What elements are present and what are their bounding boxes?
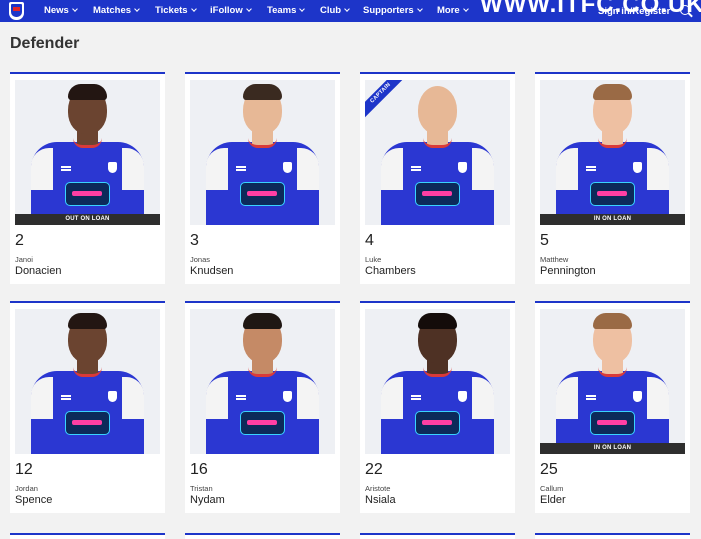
top-navigation-bar: News Matches Tickets iFollow Teams Club …	[0, 0, 701, 22]
nav-item-label: Club	[320, 5, 342, 16]
sponsor-logo	[240, 182, 285, 206]
nav-item-tickets[interactable]: Tickets	[155, 5, 197, 16]
chevron-down-icon	[134, 6, 140, 12]
chevron-down-icon	[245, 6, 252, 12]
player-photo	[15, 309, 160, 454]
chevron-down-icon	[190, 6, 197, 12]
player-card[interactable]: IN ON LOAN 25 Callum Elder	[535, 301, 690, 513]
section-title: Defender	[10, 35, 80, 52]
player-card[interactable]: OUT ON LOAN 2 Janoi Donacien	[10, 72, 165, 284]
nav-item-supporters[interactable]: Supporters	[363, 5, 423, 16]
loan-status-badge: IN ON LOAN	[540, 443, 685, 454]
player-photo: IN ON LOAN	[540, 309, 685, 454]
player-number: 25	[540, 461, 558, 478]
sponsor-logo	[415, 411, 460, 435]
club-crest-logo[interactable]	[9, 2, 24, 20]
loan-status-badge: OUT ON LOAN	[15, 214, 160, 225]
chevron-down-icon	[299, 6, 306, 12]
chevron-down-icon	[462, 6, 469, 12]
player-card[interactable]: CAPTAIN 4 Luke Chambers	[360, 72, 515, 284]
player-first-name: Jordan	[15, 484, 38, 493]
player-last-name: Elder	[540, 494, 566, 506]
nav-item-ifollow[interactable]: iFollow	[210, 5, 252, 16]
nav-item-teams[interactable]: Teams	[267, 5, 306, 16]
player-card[interactable]: IN ON LOAN 5 Matthew Pennington	[535, 72, 690, 284]
player-last-name: Donacien	[15, 265, 62, 277]
nav-item-label: Teams	[267, 5, 297, 16]
player-last-name: Pennington	[540, 265, 596, 277]
player-photo	[190, 309, 335, 454]
player-first-name: Callum	[540, 484, 564, 493]
sponsor-logo	[590, 411, 635, 435]
player-card-partial[interactable]	[535, 533, 690, 539]
nav-item-matches[interactable]: Matches	[93, 5, 140, 16]
player-card-partial[interactable]	[10, 533, 165, 539]
chevron-down-icon	[344, 6, 350, 12]
player-card[interactable]: 22 Aristote Nsiala	[360, 301, 515, 513]
player-card[interactable]: 16 Tristan Nydam	[185, 301, 340, 513]
player-photo: IN ON LOAN	[540, 80, 685, 225]
player-photo: OUT ON LOAN	[15, 80, 160, 225]
player-number: 5	[540, 232, 549, 249]
nav-item-label: Matches	[93, 5, 132, 16]
chevron-down-icon	[416, 6, 423, 12]
player-number: 3	[190, 232, 199, 249]
player-last-name: Nydam	[190, 494, 225, 506]
player-first-name: Tristan	[190, 484, 213, 493]
player-number: 16	[190, 461, 208, 478]
player-first-name: Jonas	[190, 255, 211, 264]
nav-item-label: News	[44, 5, 69, 16]
player-card[interactable]: 3 Jonas Knudsen	[185, 72, 340, 284]
nav-item-label: Supporters	[363, 5, 414, 16]
sign-in-register-link[interactable]: Sign in/Register	[598, 6, 670, 17]
player-last-name: Spence	[15, 494, 53, 506]
player-first-name: Luke	[365, 255, 382, 264]
nav-item-club[interactable]: Club	[320, 5, 350, 16]
player-photo	[190, 80, 335, 225]
nav-item-label: Tickets	[155, 5, 188, 16]
player-number: 4	[365, 232, 374, 249]
chevron-down-icon	[71, 6, 78, 12]
sponsor-logo	[415, 182, 460, 206]
player-photo: CAPTAIN	[365, 80, 510, 225]
player-number: 22	[365, 461, 383, 478]
player-card-partial[interactable]	[185, 533, 340, 539]
player-last-name: Knudsen	[190, 265, 234, 277]
nav-item-label: iFollow	[210, 5, 243, 16]
player-last-name: Nsiala	[365, 494, 396, 506]
player-photo	[365, 309, 510, 454]
player-first-name: Janoi	[15, 255, 33, 264]
player-first-name: Aristote	[365, 484, 391, 493]
player-grid: OUT ON LOAN 2 Janoi Donacien 3 Jonas Knu…	[10, 72, 690, 513]
captain-ribbon: CAPTAIN	[365, 80, 407, 119]
sponsor-logo	[590, 182, 635, 206]
nav-item-news[interactable]: News	[44, 5, 78, 16]
player-card-partial[interactable]	[360, 533, 515, 539]
player-first-name: Matthew	[540, 255, 569, 264]
search-icon[interactable]	[679, 4, 693, 18]
loan-status-badge: IN ON LOAN	[540, 214, 685, 225]
player-card[interactable]: 12 Jordan Spence	[10, 301, 165, 513]
player-number: 2	[15, 232, 24, 249]
nav-item-more[interactable]: More	[437, 5, 469, 16]
player-number: 12	[15, 461, 33, 478]
sponsor-logo	[65, 411, 110, 435]
sponsor-logo	[240, 411, 285, 435]
player-last-name: Chambers	[365, 265, 416, 277]
nav-item-label: More	[437, 5, 460, 16]
sponsor-logo	[65, 182, 110, 206]
